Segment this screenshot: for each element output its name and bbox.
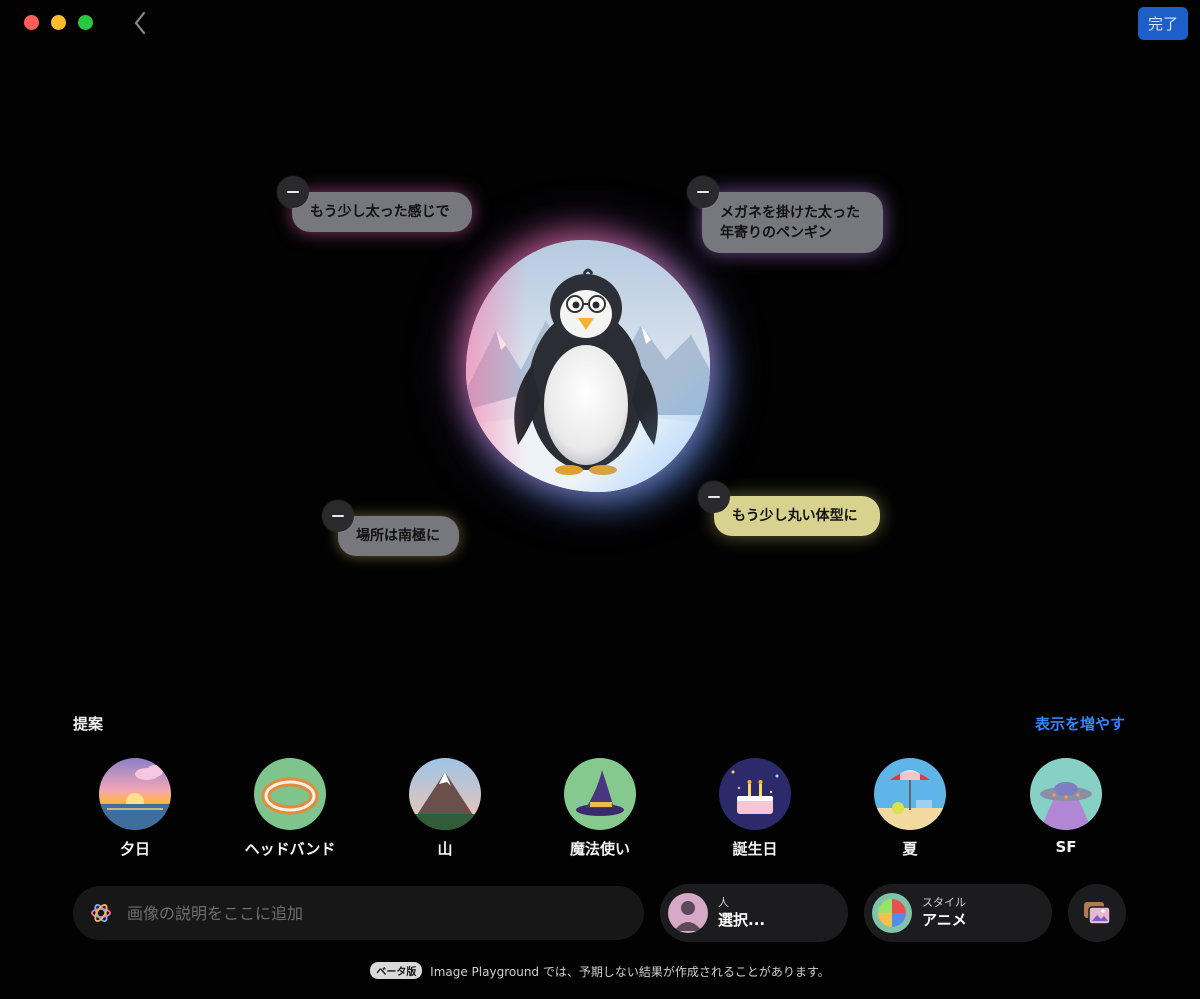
remove-modifier-button[interactable]: [277, 176, 309, 208]
show-more-link[interactable]: 表示を増やす: [1035, 713, 1125, 734]
suggestion-summer[interactable]: 夏: [855, 758, 965, 859]
modifier-chip[interactable]: もう少し丸い体型に: [714, 496, 880, 536]
photo-stack-icon: [1084, 902, 1111, 925]
description-field[interactable]: [73, 886, 644, 940]
photo-library-button[interactable]: [1068, 884, 1126, 942]
suggestion-headband[interactable]: ヘッドバンド: [235, 758, 345, 859]
image-playground-window: 完了 もう少し太った感じで メガネを掛けた太った 年寄りのペンギン 場所は南極に…: [0, 0, 1200, 999]
beta-disclaimer: ベータ版 Image Playground では、予期しない結果が作成されること…: [0, 962, 1200, 980]
back-button[interactable]: [127, 8, 153, 38]
suggestion-label: 誕生日: [732, 840, 778, 858]
remove-modifier-button[interactable]: [698, 481, 730, 513]
beach-umbrella-icon: [874, 758, 946, 830]
suggestion-label: 山: [437, 840, 453, 858]
minus-icon: [332, 514, 344, 518]
person-label: 人: [718, 896, 729, 909]
minus-icon: [287, 190, 299, 194]
modifier-text: もう少し太った感じで: [310, 204, 450, 220]
birthday-cake-icon: [719, 758, 791, 830]
style-selector[interactable]: スタイル アニメ: [864, 884, 1052, 942]
done-button[interactable]: 完了: [1138, 7, 1188, 40]
suggestion-label: 夏: [902, 840, 918, 858]
suggestion-birthday[interactable]: 誕生日: [700, 758, 810, 859]
person-avatar-icon: [668, 893, 708, 933]
minus-icon: [697, 190, 709, 194]
mountain-icon: [409, 758, 481, 830]
remove-modifier-button[interactable]: [687, 176, 719, 208]
beta-badge: ベータ版: [370, 962, 423, 979]
description-input[interactable]: [125, 902, 609, 924]
suggestion-label: ヘッドバンド: [244, 840, 336, 858]
modifier-text: メガネを掛けた太った: [720, 204, 860, 221]
wizard-hat-icon: [564, 758, 636, 830]
penguin-image: [466, 240, 710, 492]
disclaimer-text: Image Playground では、予期しない結果が作成されることがあります…: [430, 965, 830, 979]
suggestion-sunset[interactable]: 夕日: [80, 758, 190, 859]
modifier-text: 年寄りのペンギン: [720, 224, 832, 241]
ufo-icon: [1030, 758, 1102, 830]
generated-image[interactable]: [466, 240, 710, 492]
modifier-chip[interactable]: 場所は南極に: [338, 516, 459, 556]
sunset-icon: [99, 758, 171, 830]
style-value: アニメ: [922, 911, 967, 929]
suggestion-scifi[interactable]: SF: [1011, 758, 1121, 856]
suggestion-wizard[interactable]: 魔法使い: [545, 758, 655, 859]
style-anime-icon: [872, 893, 912, 933]
modifier-chip[interactable]: もう少し太った感じで: [292, 192, 472, 232]
person-selector[interactable]: 人 選択...: [660, 884, 848, 942]
suggestions-title: 提案: [73, 715, 104, 733]
style-label: スタイル: [922, 896, 966, 909]
modifier-text: もう少し丸い体型に: [732, 508, 858, 524]
image-playground-icon: [91, 904, 111, 922]
close-window-button[interactable]: [24, 15, 39, 30]
suggestion-label: 夕日: [119, 840, 150, 858]
modifier-chip[interactable]: メガネを掛けた太った 年寄りのペンギン: [702, 192, 883, 253]
person-value: 選択...: [718, 911, 766, 929]
suggestion-mountain[interactable]: 山: [390, 758, 500, 859]
zoom-window-button[interactable]: [78, 15, 93, 30]
remove-modifier-button[interactable]: [322, 500, 354, 532]
chevron-left-icon: [134, 11, 146, 35]
suggestion-label: 魔法使い: [569, 840, 630, 858]
suggestion-label: SF: [1055, 838, 1077, 856]
minus-icon: [708, 495, 720, 499]
minimize-window-button[interactable]: [51, 15, 66, 30]
headband-icon: [254, 758, 326, 830]
modifier-text: 場所は南極に: [356, 528, 440, 544]
